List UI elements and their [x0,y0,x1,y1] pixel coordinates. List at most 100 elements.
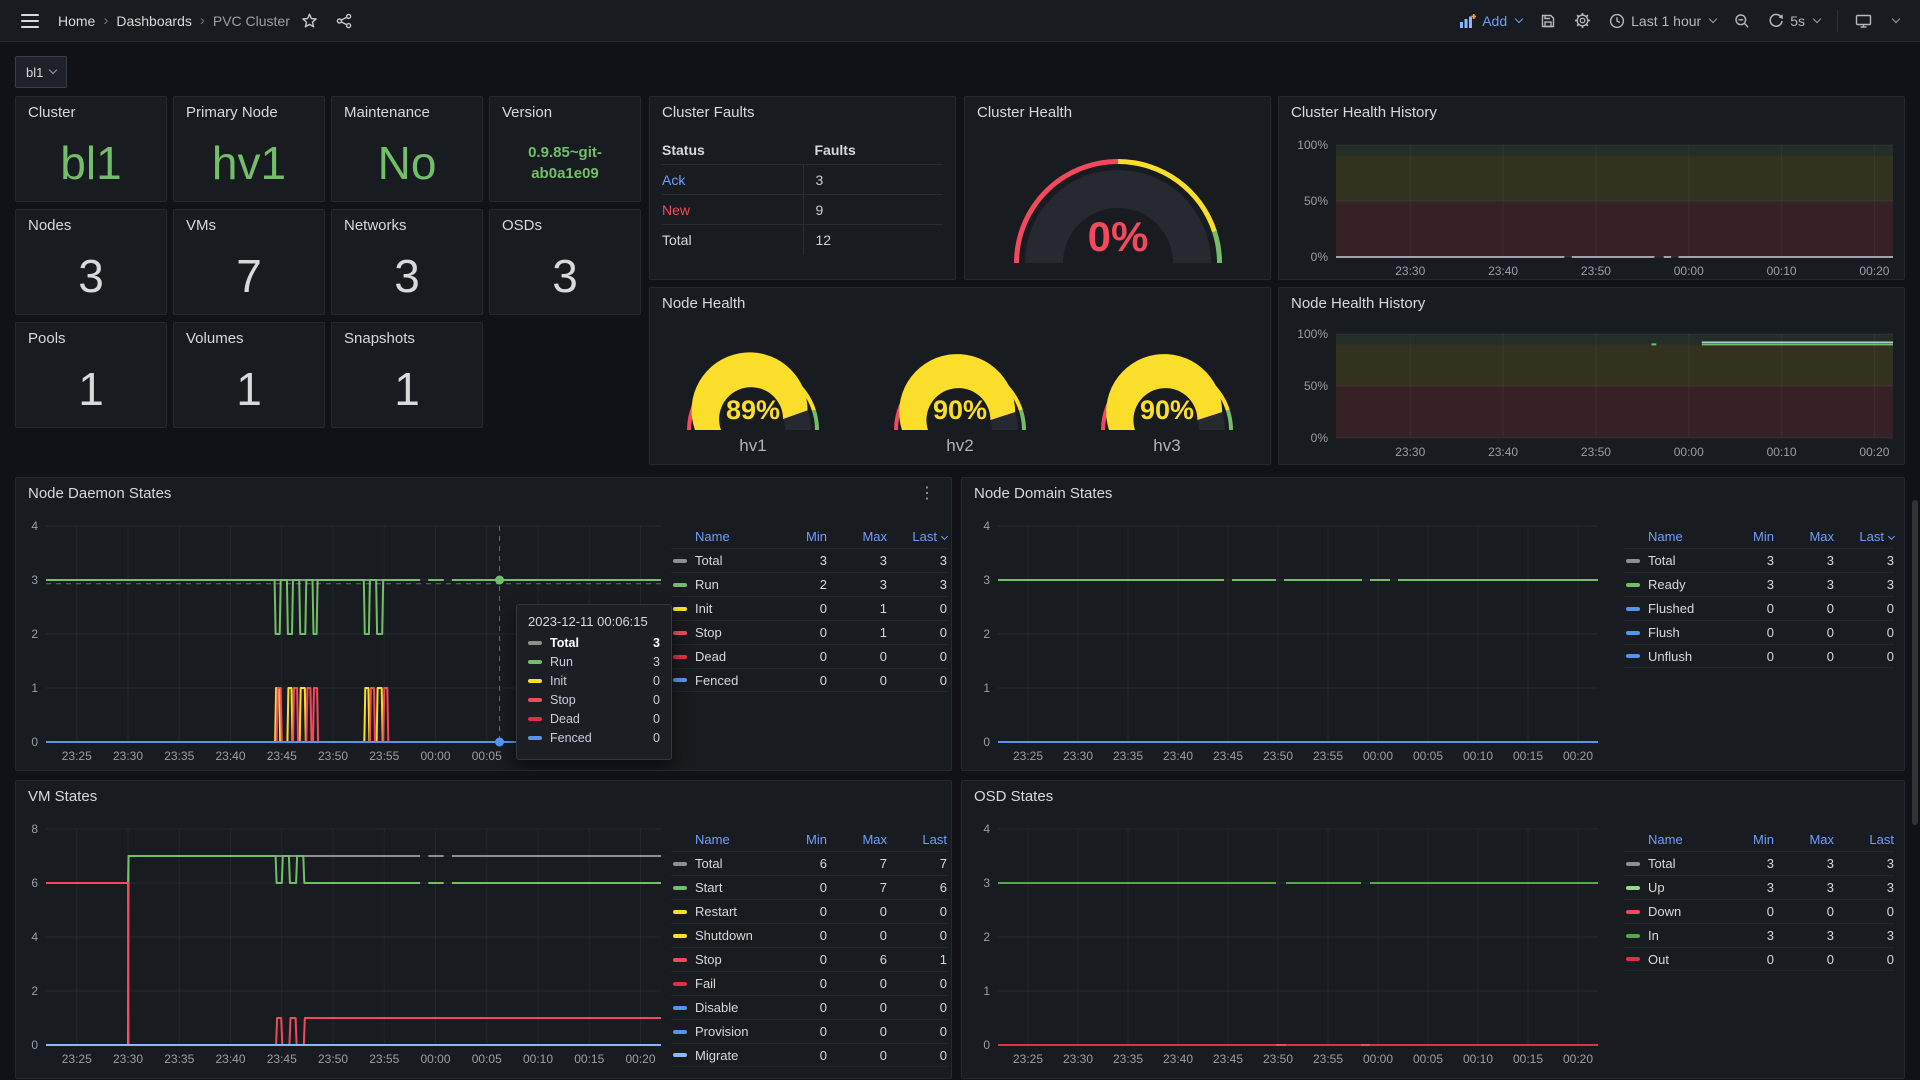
time-range-picker[interactable]: Last 1 hour [1602,7,1723,35]
svg-text:4: 4 [983,519,990,533]
legend-series-name[interactable]: Stop [695,625,767,640]
legend-series-name[interactable]: Total [1648,553,1714,568]
legend-series-name[interactable]: Total [695,553,767,568]
svg-text:00:20: 00:20 [1563,1052,1593,1066]
legend-row-total[interactable]: Total677 [671,851,947,875]
legend-row-stop[interactable]: Stop010 [671,620,947,644]
legend-series-name[interactable]: Dead [695,649,767,664]
panel-menu-icon[interactable]: ⋮ [915,487,939,501]
legend-series-name[interactable]: Ready [1648,577,1714,592]
legend-series-name[interactable]: Migrate [695,1048,767,1063]
legend-series-name[interactable]: Up [1648,880,1714,895]
legend-row-total[interactable]: Total333 [1624,548,1894,572]
panel-cluster-health-history: Cluster Health History 23:3023:4023:5000… [1278,96,1905,280]
share-button[interactable] [329,7,359,35]
save-icon [1540,13,1556,29]
legend-row-flush[interactable]: Flush000 [1624,620,1894,644]
add-button[interactable]: Add [1452,7,1529,35]
faults-status-new[interactable]: New [662,195,803,225]
svg-text:0%: 0% [1311,431,1329,445]
legend-series-name[interactable]: Start [695,880,767,895]
legend-series-name[interactable]: Total [1648,856,1714,871]
legend-row-run[interactable]: Run233 [671,572,947,596]
legend-series-name[interactable]: Run [695,577,767,592]
legend-series-name[interactable]: Init [695,601,767,616]
legend-series-name[interactable]: Provision [695,1024,767,1039]
legend-row-fail[interactable]: Fail000 [671,971,947,995]
legend-row-down[interactable]: Down000 [1624,899,1894,923]
legend-row-up[interactable]: Up333 [1624,875,1894,899]
legend-row-stop[interactable]: Stop061 [671,947,947,971]
legend-header[interactable]: NameMinMaxLast [1624,524,1894,548]
legend-row-disable[interactable]: Disable000 [671,995,947,1019]
legend-header[interactable]: NameMinMaxLast [671,827,947,851]
svg-text:6: 6 [31,876,38,890]
legend-series-name[interactable]: Flushed [1648,601,1714,616]
legend-series-name[interactable]: In [1648,928,1714,943]
variable-value: bl1 [26,65,43,80]
legend-row-dead[interactable]: Dead000 [671,644,947,668]
legend-min: 3 [1714,928,1774,943]
legend-row-ready[interactable]: Ready333 [1624,572,1894,596]
legend-series-name[interactable]: Out [1648,952,1714,967]
stat-panel-snapshots: Snapshots 1 [331,322,483,428]
variable-picker[interactable]: bl1 [15,56,67,88]
svg-text:23:50: 23:50 [1263,1052,1293,1066]
legend-row-start[interactable]: Start076 [671,875,947,899]
legend-row-provision[interactable]: Provision000 [671,1019,947,1043]
legend-series-name[interactable]: Fenced [695,673,767,688]
svg-text:89%: 89% [726,395,780,425]
legend-series-name[interactable]: Fail [695,976,767,991]
legend-series-name[interactable]: Unflush [1648,649,1714,664]
breadcrumb-home[interactable]: Home [58,13,95,29]
share-icon [336,13,352,29]
svg-text:1: 1 [983,984,990,998]
legend-series-name[interactable]: Down [1648,904,1714,919]
svg-text:23:55: 23:55 [369,1052,399,1066]
legend-min: 3 [1714,577,1774,592]
breadcrumb-dashboards[interactable]: Dashboards [116,13,192,29]
legend-series-name[interactable]: Flush [1648,625,1714,640]
kiosk-mode-button[interactable] [1848,7,1879,35]
toolbar-overflow-button[interactable] [1883,12,1906,30]
legend-row-in[interactable]: In333 [1624,923,1894,947]
refresh-button[interactable]: 5s [1761,7,1827,35]
legend-series-name[interactable]: Disable [695,1000,767,1015]
node-health-history-chart[interactable]: 23:3023:4023:5000:0000:1000:200%50%100% [1279,288,1904,464]
legend-series-name[interactable]: Restart [695,904,767,919]
add-label: Add [1482,13,1507,29]
legend-row-init[interactable]: Init010 [671,596,947,620]
legend-row-shutdown[interactable]: Shutdown000 [671,923,947,947]
sort-caret-icon [941,532,948,539]
legend-series-name[interactable]: Shutdown [695,928,767,943]
legend-row-migrate[interactable]: Migrate000 [671,1043,947,1067]
scrollbar[interactable] [1912,500,1918,825]
table-header-status: Status [662,135,803,165]
legend-row-total[interactable]: Total333 [1624,851,1894,875]
favorite-button[interactable] [294,7,325,35]
legend-row-total[interactable]: Total333 [671,548,947,572]
legend-row-flushed[interactable]: Flushed000 [1624,596,1894,620]
stat-panel-maintenance: Maintenance No [331,96,483,202]
legend-header[interactable]: NameMinMaxLast [1624,827,1894,851]
legend-row-restart[interactable]: Restart000 [671,899,947,923]
faults-status-ack[interactable]: Ack [662,165,803,195]
legend-row-unflush[interactable]: Unflush000 [1624,644,1894,668]
legend-series-name[interactable]: Total [695,856,767,871]
zoom-out-button[interactable] [1727,7,1757,35]
legend-row-out[interactable]: Out000 [1624,947,1894,971]
legend-last: 3 [1834,880,1894,895]
legend-max: 3 [1774,553,1834,568]
legend-last: 3 [887,577,947,592]
legend-series-name[interactable]: Stop [695,952,767,967]
save-dashboard-button[interactable] [1533,7,1563,35]
legend-header[interactable]: NameMinMaxLast [671,524,947,548]
svg-text:23:30: 23:30 [1395,445,1425,459]
dashboard-settings-button[interactable] [1567,6,1598,35]
menu-toggle-button[interactable] [14,8,46,34]
cluster-health-history-chart[interactable]: 23:3023:4023:5000:0000:1000:200%50%100% [1279,97,1904,279]
legend-row-fenced[interactable]: Fenced000 [671,668,947,692]
svg-text:00:10: 00:10 [1767,445,1797,459]
stat-panel-osds: OSDs 3 [489,209,641,315]
svg-text:2: 2 [983,930,990,944]
